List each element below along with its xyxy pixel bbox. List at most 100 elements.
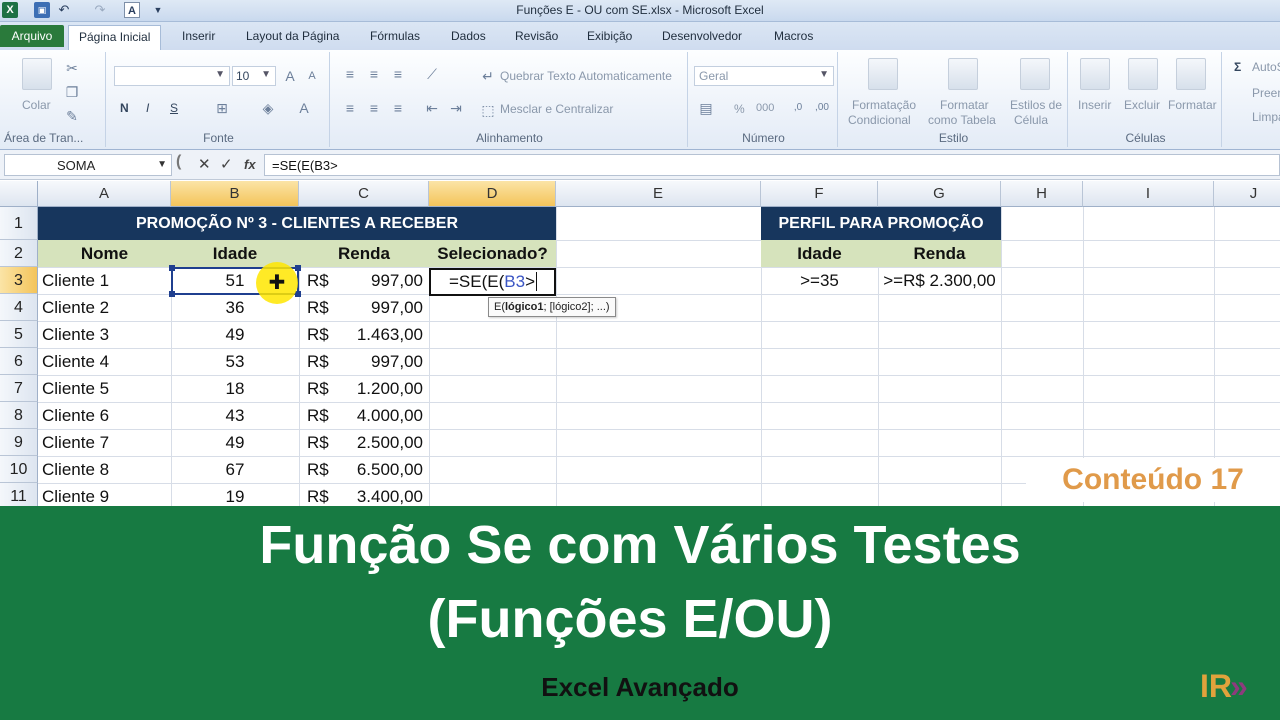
borders-icon[interactable]: ⊞ xyxy=(212,98,232,118)
tab-arquivo[interactable]: Arquivo xyxy=(0,25,64,47)
conditional-format-icon[interactable] xyxy=(868,58,898,90)
cell-styles-line2[interactable]: Célula xyxy=(1014,113,1048,127)
cell-renda[interactable]: 3.400,00 xyxy=(339,483,429,506)
table-banner[interactable]: PROMOÇÃO Nº 3 - CLIENTES A RECEBER xyxy=(38,207,556,240)
cell-idade[interactable]: 43 xyxy=(171,402,299,429)
cell-renda[interactable]: 6.500,00 xyxy=(339,456,429,483)
cell-renda[interactable]: 2.500,00 xyxy=(339,429,429,456)
shrink-font-icon[interactable]: A xyxy=(302,66,322,86)
merge-icon[interactable]: ⬚ xyxy=(478,100,498,120)
align-left-icon[interactable]: ≡ xyxy=(340,98,360,118)
function-tooltip[interactable]: E(lógico1; [lógico2]; ...) xyxy=(488,297,616,317)
cell-nome[interactable]: Cliente 2 xyxy=(38,294,171,321)
merge-center-button[interactable]: Mesclar e Centralizar xyxy=(500,102,613,116)
col-header-g[interactable]: G xyxy=(878,181,1001,207)
format-painter-icon[interactable]: ✎ xyxy=(62,106,82,126)
row-header-7[interactable]: 7 xyxy=(0,375,38,402)
cell-renda[interactable]: 4.000,00 xyxy=(339,402,429,429)
row-header-3[interactable]: 3 xyxy=(0,267,38,294)
tab-macros[interactable]: Macros xyxy=(774,29,813,43)
cell-renda[interactable]: 1.200,00 xyxy=(339,375,429,402)
cell-idade[interactable]: 67 xyxy=(171,456,299,483)
align-right-icon[interactable]: ≡ xyxy=(388,98,408,118)
fill-button[interactable]: Preen xyxy=(1252,86,1280,100)
align-center-icon[interactable]: ≡ xyxy=(364,98,384,118)
insert-cells-icon[interactable] xyxy=(1080,58,1110,90)
editing-cell-d3[interactable]: =SE(E(B3> xyxy=(429,268,556,296)
format-cells-icon[interactable] xyxy=(1176,58,1206,90)
italic-button[interactable]: I xyxy=(146,101,149,115)
sigma-icon[interactable]: Σ xyxy=(1234,60,1241,74)
increase-decimal-icon[interactable]: ,0 xyxy=(788,98,808,118)
font-size-combo[interactable]: 10 ▼ xyxy=(232,66,276,86)
cancel-icon[interactable]: ✕ xyxy=(198,155,211,173)
row-header-5[interactable]: 5 xyxy=(0,321,38,348)
col-header-c[interactable]: C xyxy=(299,181,429,207)
header-selecionado[interactable]: Selecionado? xyxy=(429,240,556,267)
col-header-j[interactable]: J xyxy=(1214,181,1280,207)
header-renda[interactable]: Renda xyxy=(299,240,429,267)
format-table-line1[interactable]: Formatar xyxy=(940,98,989,112)
profile-banner[interactable]: PERFIL PARA PROMOÇÃO xyxy=(761,207,1001,240)
cell-nome[interactable]: Cliente 1 xyxy=(38,267,171,294)
align-bottom-icon[interactable]: ≡ xyxy=(388,64,408,84)
tab-desenvolvedor[interactable]: Desenvolvedor xyxy=(662,29,742,43)
decrease-indent-icon[interactable]: ⇤ xyxy=(422,98,442,118)
fill-color-icon[interactable]: ◈ xyxy=(258,98,278,118)
wrap-text-icon[interactable]: ↵ xyxy=(478,66,498,86)
row-header-11[interactable]: 11 xyxy=(0,483,38,506)
row-header-1[interactable]: 1 xyxy=(0,207,38,240)
increase-indent-icon[interactable]: ⇥ xyxy=(446,98,466,118)
col-header-h[interactable]: H xyxy=(1001,181,1083,207)
cell-idade[interactable]: 49 xyxy=(171,321,299,348)
wrap-text-button[interactable]: Quebrar Texto Automaticamente xyxy=(500,69,672,83)
cell-renda[interactable]: 997,00 xyxy=(339,348,429,375)
tab-layout[interactable]: Layout da Página xyxy=(246,29,339,43)
row-header-6[interactable]: 6 xyxy=(0,348,38,375)
cell-styles-icon[interactable] xyxy=(1020,58,1050,90)
number-format-combo[interactable]: Geral ▼ xyxy=(694,66,834,86)
header-nome[interactable]: Nome xyxy=(38,240,171,267)
tab-exibicao[interactable]: Exibição xyxy=(587,29,632,43)
profile-value-idade[interactable]: >=35 xyxy=(761,267,878,294)
tab-formulas[interactable]: Fórmulas xyxy=(370,29,420,43)
align-middle-icon[interactable]: ≡ xyxy=(364,64,384,84)
insert-function-icon[interactable]: fx xyxy=(244,157,256,172)
cell-idade[interactable]: 53 xyxy=(171,348,299,375)
tab-revisao[interactable]: Revisão xyxy=(515,29,558,43)
cell-nome[interactable]: Cliente 4 xyxy=(38,348,171,375)
cut-icon[interactable]: ✂ xyxy=(62,58,82,78)
row-header-8[interactable]: 8 xyxy=(0,402,38,429)
copy-icon[interactable]: ❐ xyxy=(62,82,82,102)
cell-nome[interactable]: Cliente 3 xyxy=(38,321,171,348)
currency-icon[interactable]: ▤ xyxy=(696,98,716,118)
profile-value-renda[interactable]: >=R$ 2.300,00 xyxy=(878,267,1001,294)
cell-idade[interactable]: 18 xyxy=(171,375,299,402)
grow-font-icon[interactable]: A xyxy=(280,66,300,86)
cell-nome[interactable]: Cliente 8 xyxy=(38,456,171,483)
col-header-e[interactable]: E xyxy=(556,181,761,207)
profile-header-idade[interactable]: Idade xyxy=(761,240,878,267)
delete-cells-button[interactable]: Excluir xyxy=(1124,98,1160,112)
bold-button[interactable]: N xyxy=(120,101,129,115)
cell-nome[interactable]: Cliente 7 xyxy=(38,429,171,456)
conditional-format-line2[interactable]: Condicional xyxy=(848,113,911,127)
cell-nome[interactable]: Cliente 5 xyxy=(38,375,171,402)
tab-inserir[interactable]: Inserir xyxy=(182,29,215,43)
cell-idade[interactable]: 49 xyxy=(171,429,299,456)
row-header-2[interactable]: 2 xyxy=(0,240,38,267)
font-name-combo[interactable]: ▼ xyxy=(114,66,230,86)
decrease-decimal-icon[interactable]: ,00 xyxy=(812,98,832,118)
autosum-button[interactable]: AutoS xyxy=(1252,60,1280,74)
insert-cells-button[interactable]: Inserir xyxy=(1078,98,1111,112)
col-header-a[interactable]: A xyxy=(38,181,171,207)
underline-button[interactable]: S xyxy=(170,101,178,115)
paste-icon[interactable] xyxy=(22,58,52,90)
cell-nome[interactable]: Cliente 9 xyxy=(38,483,171,506)
format-cells-button[interactable]: Formatar xyxy=(1168,98,1217,112)
row-header-10[interactable]: 10 xyxy=(0,456,38,483)
tab-pagina-inicial[interactable]: Página Inicial xyxy=(68,25,162,51)
tab-dados[interactable]: Dados xyxy=(451,29,486,43)
col-header-d[interactable]: D xyxy=(429,181,556,207)
font-color-icon[interactable]: A xyxy=(294,98,314,118)
